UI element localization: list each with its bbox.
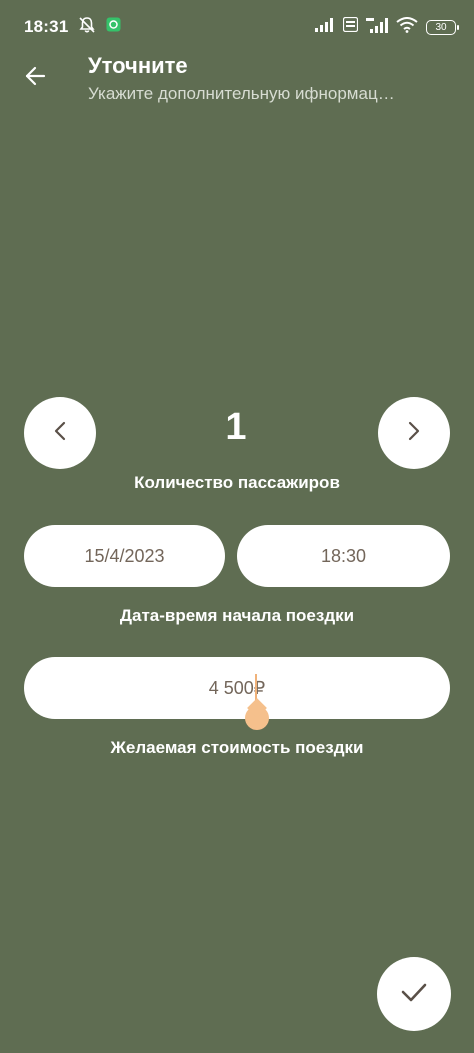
time-picker-button[interactable]: 18:30 [237,525,450,587]
time-value: 18:30 [320,545,367,566]
date-picker-button[interactable]: 15/4/2023 [24,525,225,587]
increase-passengers-button[interactable] [378,397,450,469]
notifications-off-icon [78,16,96,39]
status-time: 18:31 [24,17,69,36]
datetime-caption: Дата-время начала поездки [119,606,355,625]
passengers-caption: Количество пассажиров [134,473,340,492]
app-badge-icon [106,17,121,37]
wifi-icon [396,16,418,38]
checkmark-icon [399,980,429,1009]
confirm-button[interactable] [377,957,451,1031]
battery-icon: 30 [426,19,459,35]
cellular-signal-icon [315,17,335,37]
status-left-icons [78,16,121,39]
price-input[interactable]: 4 500₽ [24,657,450,719]
date-value: 15/4/2023 [84,545,165,566]
arrow-left-icon [24,65,46,92]
4g-signal-icon [366,17,388,38]
status-bar: 18:31 30 [0,0,474,54]
app-bar: Уточните Укажите дополнительную ифнормац… [0,54,474,118]
status-right-icons: 30 [315,16,459,38]
price-caption: Желаемая стоимость поездки [110,738,364,757]
decrease-passengers-button[interactable] [24,397,96,469]
chevron-right-icon [406,420,422,447]
page-title: Уточните [88,53,188,78]
volte-icon [342,16,359,37]
cursor-handle[interactable] [245,706,269,730]
back-button[interactable] [17,60,53,96]
passenger-count: 1 [225,406,247,448]
chevron-left-icon [52,420,68,447]
page-subtitle: Укажите дополнительную ифнормац… [88,84,395,103]
